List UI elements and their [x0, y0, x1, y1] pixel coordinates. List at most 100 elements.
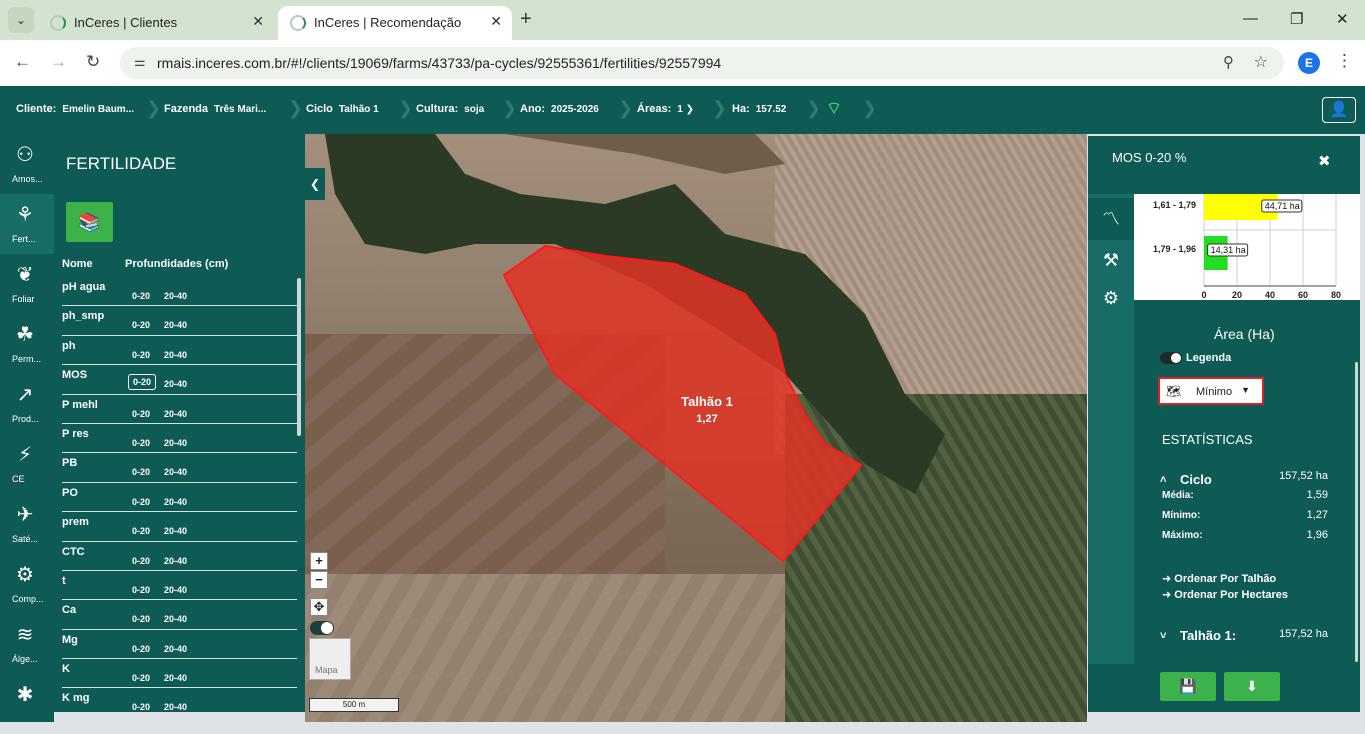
depth-0-20-button[interactable]: 0-20: [128, 407, 154, 421]
url-text[interactable]: rmais.inceres.com.br/#!/clients/19069/fa…: [157, 55, 721, 71]
depth-20-40-button[interactable]: 20-40: [160, 495, 191, 509]
window-minimize-button[interactable]: —: [1243, 10, 1258, 27]
crumb-ha[interactable]: Ha: 157.52: [732, 103, 786, 115]
crumb-areas[interactable]: Áreas: 1 ❯: [637, 103, 694, 115]
chart-line-icon[interactable]: 〽: [1088, 198, 1134, 240]
back-arrow-icon[interactable]: ←: [14, 52, 31, 72]
address-bar[interactable]: ⚌ rmais.inceres.com.br/#!/clients/19069/…: [120, 47, 1284, 79]
depth-20-40-button[interactable]: 20-40: [160, 612, 191, 626]
forward-arrow-icon[interactable]: →: [50, 52, 67, 72]
rail-item-9[interactable]: ✱: [0, 674, 54, 734]
rail-item-2[interactable]: ❦ Foliar: [0, 254, 54, 314]
window-maximize-button[interactable]: ❐: [1290, 10, 1303, 28]
depth-20-40-button[interactable]: 20-40: [160, 377, 191, 391]
paint-roller-icon[interactable]: ⚒: [1096, 242, 1126, 278]
tab-close-icon[interactable]: ✕: [490, 13, 502, 30]
crumb-fazenda[interactable]: Fazenda Três Mari...: [164, 103, 266, 115]
save-icon[interactable]: 💾: [1160, 672, 1216, 701]
rail-item-5[interactable]: ⚡ CE: [0, 434, 54, 494]
attribute-row[interactable]: PO 0-20 20-40: [62, 483, 297, 513]
depth-0-20-button[interactable]: 0-20: [128, 642, 154, 656]
legend-toggle[interactable]: Legenda: [1160, 352, 1231, 365]
results-scrollbar[interactable]: [1355, 362, 1358, 662]
attribute-row[interactable]: PB 0-20 20-40: [62, 453, 297, 483]
rail-item-6[interactable]: ✈ Saté...: [0, 494, 54, 554]
rail-item-0[interactable]: ⚇ Amos...: [0, 134, 54, 194]
zoom-out-button[interactable]: −: [310, 571, 328, 589]
new-tab-button[interactable]: +: [520, 8, 532, 31]
depth-0-20-button[interactable]: 0-20: [128, 436, 154, 450]
depth-20-40-button[interactable]: 20-40: [160, 642, 191, 656]
attribute-row[interactable]: K mg 0-20 20-40: [62, 688, 297, 718]
attribute-row[interactable]: MOS 0-20 20-40: [62, 365, 297, 395]
crumb-ano[interactable]: Ano: 2025-2026: [520, 103, 599, 115]
satellite-map[interactable]: Talhão 1 1,27: [305, 134, 1087, 722]
download-icon[interactable]: ⬇: [1224, 672, 1280, 701]
depth-0-20-button[interactable]: 0-20: [128, 374, 157, 391]
depth-0-20-button[interactable]: 0-20: [128, 318, 154, 332]
attribute-row[interactable]: ph_smp 0-20 20-40: [62, 306, 297, 336]
attribute-row[interactable]: ph 0-20 20-40: [62, 336, 297, 366]
depth-20-40-button[interactable]: 20-40: [160, 465, 191, 479]
depth-20-40-button[interactable]: 20-40: [160, 554, 191, 568]
depth-0-20-button[interactable]: 0-20: [128, 554, 154, 568]
rail-item-8[interactable]: ≋ Álge...: [0, 614, 54, 674]
collapse-panel-chevron-left-icon[interactable]: ❮: [305, 168, 325, 200]
browser-menu-icon[interactable]: ⋮: [1336, 51, 1353, 71]
site-settings-icon[interactable]: ⚌: [134, 54, 146, 70]
tab-close-icon[interactable]: ✕: [252, 13, 264, 30]
rail-item-1[interactable]: ⚘ Fert...: [0, 194, 54, 254]
basemap-layer-button[interactable]: Mapa: [309, 638, 351, 680]
depth-20-40-button[interactable]: 20-40: [160, 289, 191, 303]
tab-search-chevron-down-icon[interactable]: ⌄: [8, 7, 34, 33]
move-arrows-icon[interactable]: ✥: [310, 598, 328, 616]
attribute-row[interactable]: pH agua 0-20 20-40: [62, 277, 297, 307]
depth-0-20-button[interactable]: 0-20: [128, 495, 154, 509]
depth-20-40-button[interactable]: 20-40: [160, 436, 191, 450]
layer-toggle-switch[interactable]: [310, 621, 334, 635]
attribute-row[interactable]: prem 0-20 20-40: [62, 512, 297, 542]
order-by-plot-link[interactable]: ➜ Ordenar Por Talhão: [1162, 572, 1276, 585]
close-icon[interactable]: ✖: [1318, 152, 1331, 170]
attribute-row[interactable]: t 0-20 20-40: [62, 571, 297, 601]
depth-0-20-button[interactable]: 0-20: [128, 612, 154, 626]
depth-0-20-button[interactable]: 0-20: [128, 465, 154, 479]
rail-item-7[interactable]: ⚙ Comp...: [0, 554, 54, 614]
attribute-list-scrollbar[interactable]: [297, 278, 301, 436]
rail-item-3[interactable]: ☘ Perm...: [0, 314, 54, 374]
chevron-down-icon[interactable]: ˅: [1160, 630, 1166, 642]
crumb-ciclo[interactable]: Ciclo Talhão 1: [306, 103, 379, 115]
zoom-icon[interactable]: ⚲: [1223, 53, 1234, 71]
bookmark-star-icon[interactable]: ☆: [1254, 52, 1268, 72]
reload-icon[interactable]: ↻: [86, 52, 100, 72]
depth-20-40-button[interactable]: 20-40: [160, 583, 191, 597]
depth-0-20-button[interactable]: 0-20: [128, 289, 154, 303]
depth-0-20-button[interactable]: 0-20: [128, 671, 154, 685]
depth-0-20-button[interactable]: 0-20: [128, 348, 154, 362]
depth-0-20-button[interactable]: 0-20: [128, 524, 154, 538]
depth-0-20-button[interactable]: 0-20: [128, 700, 154, 714]
attribute-row[interactable]: P res 0-20 20-40: [62, 424, 297, 454]
depth-0-20-button[interactable]: 0-20: [128, 583, 154, 597]
profile-avatar[interactable]: E: [1298, 52, 1320, 74]
crumb-cliente[interactable]: Cliente: Emelin Baum...: [16, 103, 134, 115]
chevron-up-icon[interactable]: ˄: [1160, 474, 1166, 486]
gears-icon[interactable]: ⚙: [1096, 280, 1126, 316]
attribute-row[interactable]: P mehl 0-20 20-40: [62, 395, 297, 424]
depth-20-40-button[interactable]: 20-40: [160, 671, 191, 685]
legend-toggle-switch[interactable]: [1160, 352, 1182, 365]
attribute-row[interactable]: K 0-20 20-40: [62, 659, 297, 689]
statistic-select[interactable]: 🗺 Mínimo ▼: [1158, 377, 1264, 405]
order-by-hectares-link[interactable]: ➜ Ordenar Por Hectares: [1162, 588, 1288, 601]
depth-20-40-button[interactable]: 20-40: [160, 524, 191, 538]
browser-tab-clientes[interactable]: InCeres | Clientes ✕: [38, 6, 274, 40]
window-close-button[interactable]: ✕: [1336, 10, 1349, 28]
rail-item-4[interactable]: ↗ Prod...: [0, 374, 54, 434]
depth-20-40-button[interactable]: 20-40: [160, 407, 191, 421]
zoom-in-button[interactable]: +: [310, 552, 328, 570]
crumb-cultura[interactable]: Cultura: soja: [416, 103, 484, 115]
user-icon[interactable]: 👤: [1322, 97, 1356, 123]
book-open-icon[interactable]: 📚: [66, 202, 113, 242]
depth-20-40-button[interactable]: 20-40: [160, 348, 191, 362]
attribute-row[interactable]: Mg 0-20 20-40: [62, 630, 297, 660]
